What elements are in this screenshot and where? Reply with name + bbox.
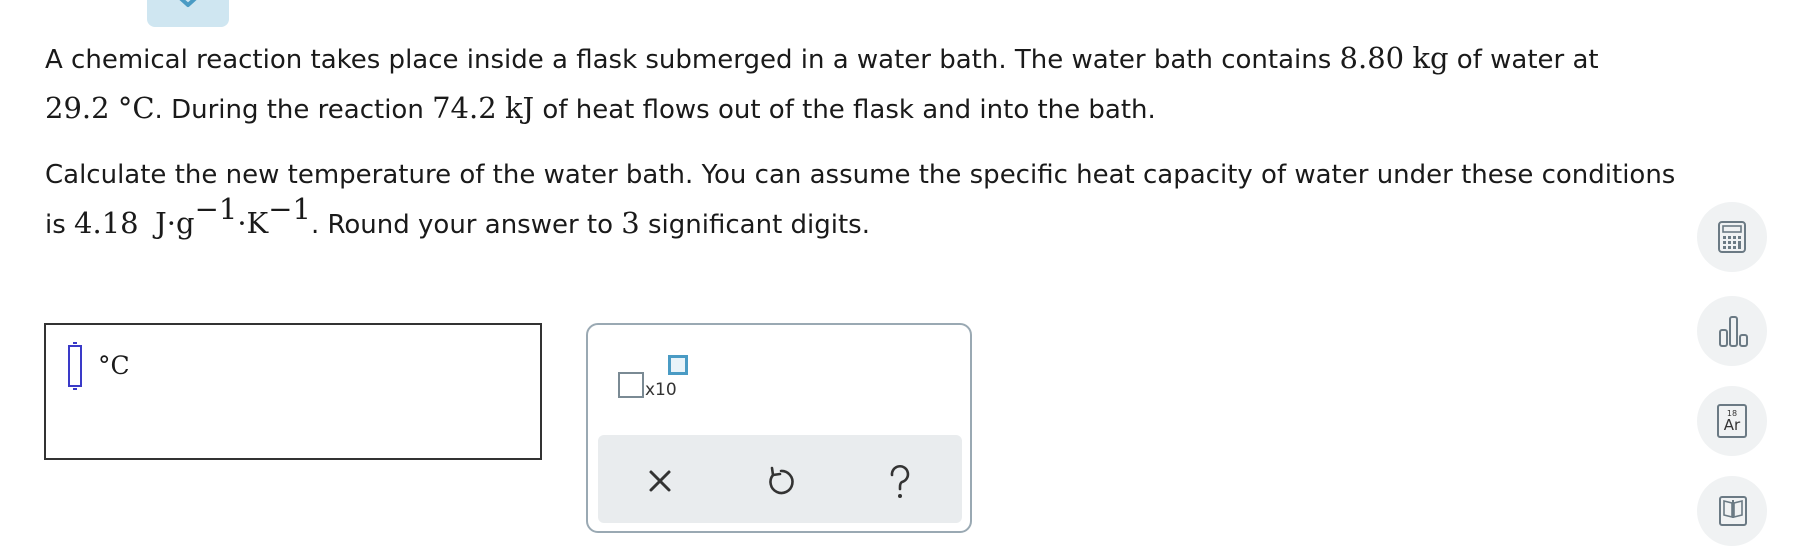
question-text: of heat flows out of the flask and into … (534, 95, 1156, 125)
periodic-table-icon: 18 Ar (1717, 404, 1747, 438)
question-text: is (45, 210, 75, 240)
help-button[interactable] (880, 461, 920, 501)
palette-action-bar (598, 435, 962, 523)
chevron-down-icon (179, 0, 197, 7)
question-line: is 4.18 J·g−1·K−1. Round your answer to … (45, 195, 1675, 249)
exponent: −1 (194, 192, 238, 227)
base-box (618, 372, 644, 398)
question-text: . During the reaction (154, 95, 433, 125)
x-icon (649, 470, 671, 492)
temp-unit: °C (117, 91, 155, 125)
input-cursor-slot[interactable] (68, 342, 82, 390)
question-paragraph-1: A chemical reaction takes place inside a… (45, 34, 1599, 134)
question-text: A chemical reaction takes place inside a… (45, 45, 1340, 75)
calculator-button[interactable] (1697, 202, 1767, 272)
undo-button[interactable] (760, 461, 800, 501)
exponent: −1 (268, 192, 311, 227)
exponent-box (668, 355, 688, 375)
bar-chart-icon (1719, 316, 1748, 347)
question-line: A chemical reaction takes place inside a… (45, 34, 1599, 84)
reference-button[interactable] (1697, 476, 1767, 546)
mass-unit: kg (1412, 41, 1449, 75)
scientific-notation-button[interactable]: x10 (618, 355, 688, 405)
question-text: . Round your answer to (310, 210, 622, 240)
question-paragraph-2: Calculate the new temperature of the wat… (45, 151, 1675, 249)
heat-capacity-unit: J·g (155, 206, 195, 240)
heat-capacity-value: 4.18 (74, 206, 139, 240)
collapse-toggle[interactable] (147, 0, 229, 27)
sig-digits-value: 3 (621, 206, 640, 240)
question-text: Calculate the new temperature of the wat… (45, 160, 1676, 190)
data-button[interactable] (1697, 296, 1767, 366)
x10-label: x10 (645, 380, 677, 400)
question-line: 29.2 °C. During the reaction 74.2 kJ of … (45, 84, 1599, 134)
question-text: significant digits. (639, 210, 870, 240)
question-icon (890, 464, 910, 498)
clear-button[interactable] (640, 461, 680, 501)
book-icon (1719, 496, 1747, 526)
answer-unit: °C (98, 351, 130, 380)
temp-value: 29.2 (45, 91, 110, 125)
periodic-table-button[interactable]: 18 Ar (1697, 386, 1767, 456)
calculator-icon (1718, 221, 1746, 253)
answer-input[interactable]: °C (44, 323, 542, 460)
heat-capacity-unit: ·K (237, 206, 269, 240)
mass-value: 8.80 (1339, 41, 1405, 75)
heat-unit: kJ (504, 91, 535, 125)
question-text: of water at (1448, 45, 1599, 75)
math-palette: x10 (586, 323, 972, 533)
element-symbol: Ar (1723, 416, 1741, 434)
heat-value: 74.2 (432, 91, 497, 125)
undo-icon (769, 466, 794, 495)
